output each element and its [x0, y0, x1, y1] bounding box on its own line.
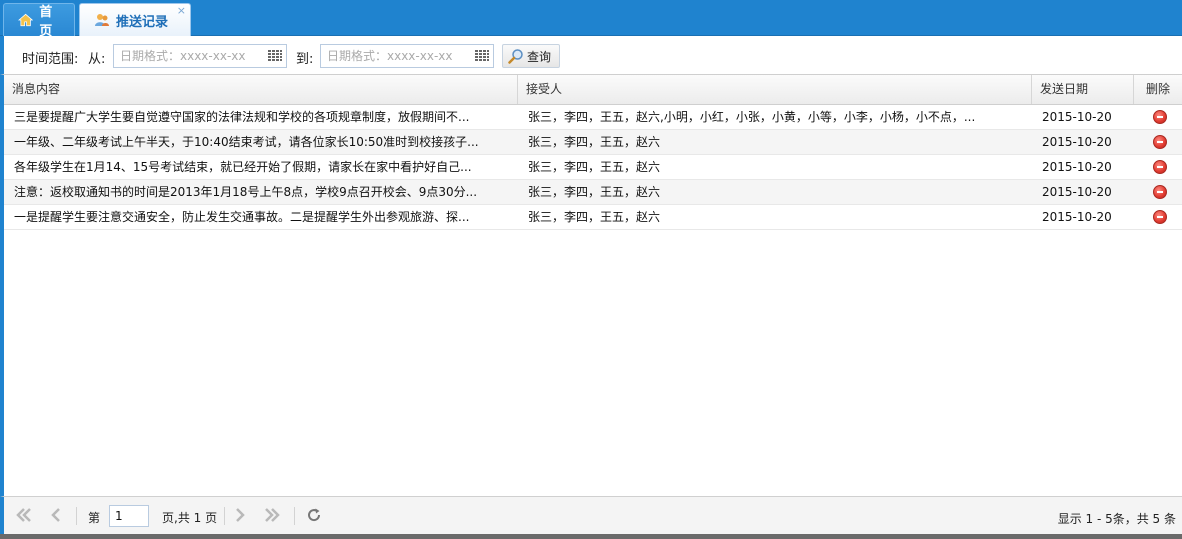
column-header-content[interactable]: 消息内容 — [4, 75, 518, 104]
first-page-icon[interactable] — [14, 505, 34, 525]
tab-home-label: 首页 — [39, 5, 53, 39]
query-button[interactable]: 查询 — [502, 44, 560, 68]
filter-toolbar: 时间范围: 从: 到: — [0, 36, 1182, 74]
from-date-field[interactable] — [113, 44, 287, 68]
close-icon[interactable]: × — [177, 4, 186, 17]
recipients-cell: 张三，李四，王五，赵六 — [528, 210, 661, 224]
window-bottom-edge — [0, 534, 1182, 539]
table-row[interactable]: 各年级学生在1月14、15号考试结束，就已经开始了假期，请家长在家中看护好自己.… — [4, 155, 1182, 180]
query-button-label: 查询 — [527, 49, 552, 64]
home-icon — [18, 13, 34, 27]
column-header-recipients[interactable]: 接受人 — [518, 75, 1032, 104]
delete-icon[interactable] — [1153, 135, 1167, 149]
recipients-cell: 张三，李四，王五，赵六 — [528, 185, 661, 199]
send-date-cell: 2015-10-20 — [1042, 110, 1112, 124]
page-total-label: 页,共 1 页 — [162, 511, 218, 525]
message-content-cell: 一年级、二年级考试上午半天，于10:40结束考试，请各位家长10:50准时到校接… — [14, 135, 479, 149]
tab-push-records[interactable]: 推送记录 × — [79, 3, 191, 36]
to-date-input[interactable] — [321, 45, 469, 67]
message-content-cell: 三是要提醒广大学生要自觉遵守国家的法律法规和学校的各项规章制度，放假期间不... — [14, 110, 470, 124]
send-date-cell: 2015-10-20 — [1042, 135, 1112, 149]
from-label: 从: — [88, 52, 106, 67]
to-label: 到: — [296, 52, 314, 67]
delete-cell — [1134, 155, 1182, 179]
delete-cell — [1134, 130, 1182, 154]
message-content-cell: 一是提醒学生要注意交通安全，防止发生交通事故。二是提醒学生外出参观旅游、探... — [14, 210, 470, 224]
to-date-field[interactable] — [320, 44, 494, 68]
page-info-label: 显示 1 - 5条，共 5 条 — [1057, 512, 1176, 526]
delete-cell — [1134, 180, 1182, 204]
delete-cell — [1134, 105, 1182, 129]
recipients-cell: 张三，李四，王五，赵六,小明，小红，小张，小黄，小等，小李，小杨，小不点，... — [528, 110, 976, 124]
pager-divider — [294, 507, 295, 525]
send-date-cell: 2015-10-20 — [1042, 160, 1112, 174]
delete-icon[interactable] — [1153, 110, 1167, 124]
calendar-icon[interactable] — [267, 49, 283, 63]
table-row[interactable]: 一年级、二年级考试上午半天，于10:40结束考试，请各位家长10:50准时到校接… — [4, 130, 1182, 155]
next-page-icon[interactable] — [230, 505, 250, 525]
tab-home[interactable]: 首页 — [3, 3, 75, 39]
from-date-input[interactable] — [114, 45, 262, 67]
delete-cell — [1134, 205, 1182, 229]
message-content-cell: 各年级学生在1月14、15号考试结束，就已经开始了假期，请家长在家中看护好自己.… — [14, 160, 472, 174]
prev-page-icon[interactable] — [46, 505, 66, 525]
table-row[interactable]: 三是要提醒广大学生要自觉遵守国家的法律法规和学校的各项规章制度，放假期间不...… — [4, 105, 1182, 130]
table-row[interactable]: 一是提醒学生要注意交通安全，防止发生交通事故。二是提醒学生外出参观旅游、探...… — [4, 205, 1182, 230]
recipients-cell: 张三，李四，王五，赵六 — [528, 135, 661, 149]
send-date-cell: 2015-10-20 — [1042, 185, 1112, 199]
pager-divider — [224, 507, 225, 525]
time-range-label: 时间范围: — [22, 52, 79, 67]
send-date-cell: 2015-10-20 — [1042, 210, 1112, 224]
delete-icon[interactable] — [1153, 185, 1167, 199]
refresh-icon[interactable] — [304, 505, 324, 525]
column-header-date[interactable]: 发送日期 — [1032, 75, 1134, 104]
tab-bar: 首页 推送记录 × — [0, 0, 1182, 39]
page-prefix-label: 第 — [88, 511, 101, 525]
message-content-cell: 注意：返校取通知书的时间是2013年1月18号上午8点，学校9点召开校会、9点3… — [14, 185, 478, 199]
users-icon — [95, 14, 109, 26]
delete-icon[interactable] — [1153, 160, 1167, 174]
delete-icon[interactable] — [1153, 210, 1167, 224]
page-number-input[interactable] — [109, 505, 149, 527]
recipients-cell: 张三，李四，王五，赵六 — [528, 160, 661, 174]
table-header: 消息内容 接受人 发送日期 删除 — [4, 75, 1182, 105]
search-icon — [508, 49, 523, 64]
pager-divider — [76, 507, 77, 525]
calendar-icon[interactable] — [474, 49, 490, 63]
tab-push-records-label: 推送记录 — [116, 14, 169, 30]
push-records-table: 消息内容 接受人 发送日期 删除 三是要提醒广大学生要自觉遵守国家的法律法规和学… — [0, 74, 1182, 496]
table-row[interactable]: 注意：返校取通知书的时间是2013年1月18号上午8点，学校9点召开校会、9点3… — [4, 180, 1182, 205]
pagination-bar: 第 页,共 1 页 显示 1 - 5条，共 5 条 — [0, 496, 1182, 534]
column-header-delete: 删除 — [1146, 82, 1171, 96]
last-page-icon[interactable] — [262, 505, 282, 525]
